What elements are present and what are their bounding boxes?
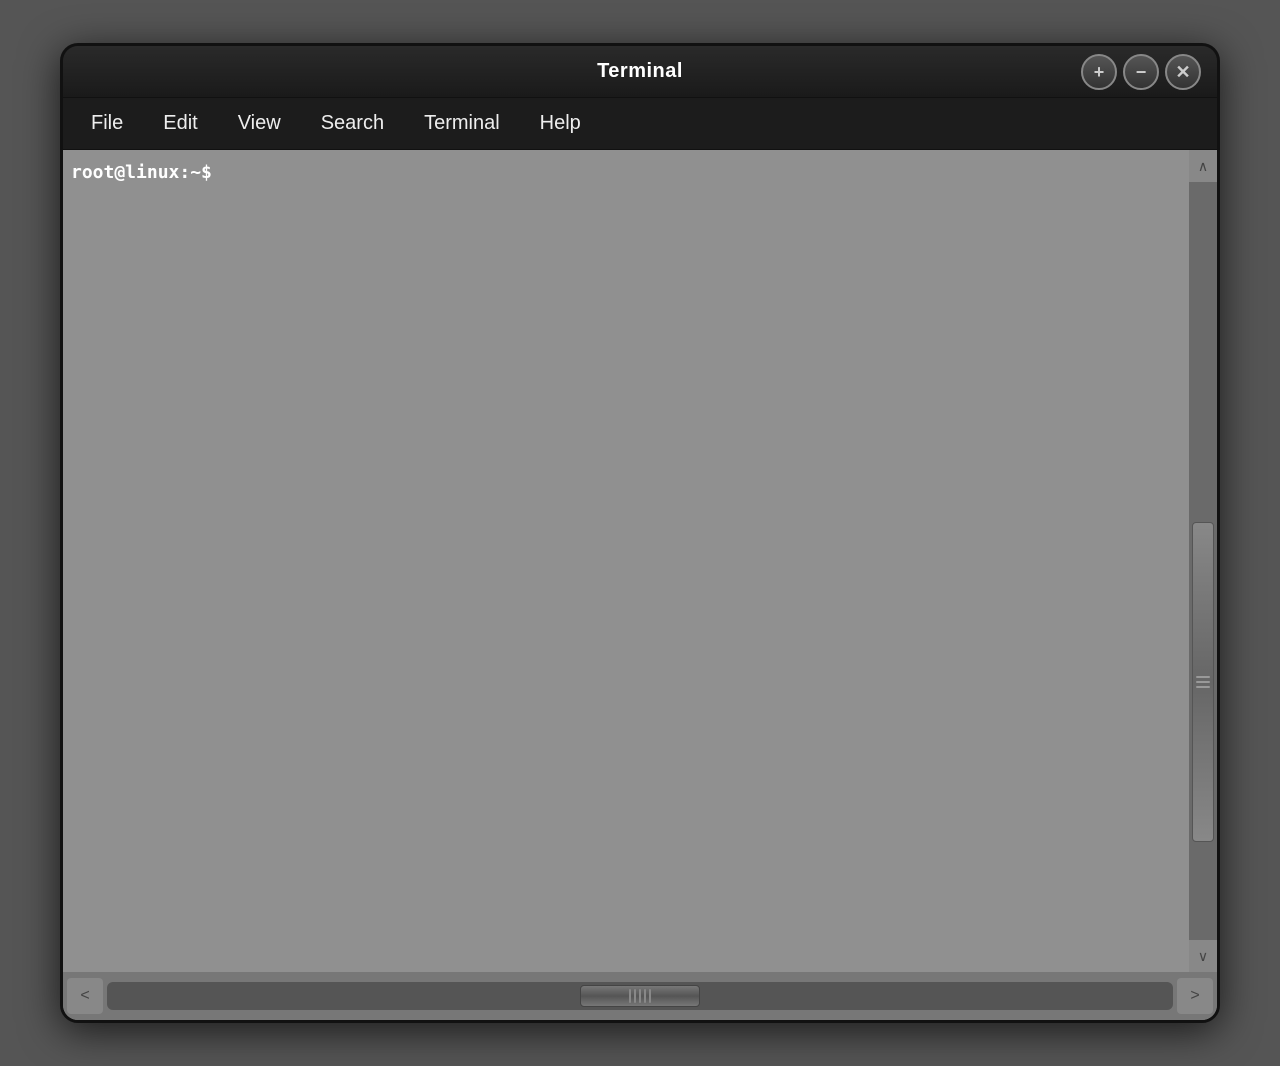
scroll-left-button[interactable]: < bbox=[67, 978, 103, 1014]
grip-line bbox=[1196, 686, 1210, 688]
grip-v-line bbox=[649, 989, 651, 1003]
chevron-up-icon: ∧ bbox=[1198, 158, 1208, 175]
menu-bar: File Edit View Search Terminal Help bbox=[63, 98, 1217, 150]
scroll-up-button[interactable]: ∧ bbox=[1189, 150, 1217, 182]
window-controls: + − ✕ bbox=[1081, 54, 1201, 90]
scroll-right-button[interactable]: > bbox=[1177, 978, 1213, 1014]
scroll-track-vertical[interactable] bbox=[1189, 182, 1217, 940]
terminal-content-area: root@linux:~$ ∧ ∨ bbox=[63, 150, 1217, 972]
title-bar: Terminal + − ✕ bbox=[63, 46, 1217, 98]
scroll-down-button[interactable]: ∨ bbox=[1189, 940, 1217, 972]
add-tab-button[interactable]: + bbox=[1081, 54, 1117, 90]
chevron-left-icon: < bbox=[80, 987, 89, 1005]
menu-edit[interactable]: Edit bbox=[143, 106, 217, 141]
grip-line bbox=[1196, 681, 1210, 683]
terminal-window: Terminal + − ✕ File Edit View Search Ter… bbox=[60, 43, 1220, 1023]
menu-view[interactable]: View bbox=[218, 106, 301, 141]
terminal-prompt: root@linux:~$ bbox=[71, 162, 212, 183]
scroll-thumb-vertical[interactable] bbox=[1192, 522, 1214, 842]
chevron-right-icon: > bbox=[1190, 987, 1199, 1005]
close-button[interactable]: ✕ bbox=[1165, 54, 1201, 90]
grip-v-line bbox=[629, 989, 631, 1003]
menu-search[interactable]: Search bbox=[301, 106, 404, 141]
chevron-down-icon: ∨ bbox=[1198, 948, 1208, 965]
minimize-button[interactable]: − bbox=[1123, 54, 1159, 90]
scroll-thumb-horizontal[interactable] bbox=[580, 985, 700, 1007]
grip-v-line bbox=[644, 989, 646, 1003]
menu-help[interactable]: Help bbox=[520, 106, 601, 141]
vertical-scrollbar: ∧ ∨ bbox=[1189, 150, 1217, 972]
menu-file[interactable]: File bbox=[71, 106, 143, 141]
scroll-track-horizontal[interactable] bbox=[107, 982, 1173, 1010]
grip-v-line bbox=[639, 989, 641, 1003]
terminal-wrapper: root@linux:~$ ∧ ∨ bbox=[63, 150, 1217, 1020]
grip-v-line bbox=[634, 989, 636, 1003]
terminal-screen[interactable]: root@linux:~$ bbox=[63, 150, 1189, 972]
horizontal-scrollbar: < > bbox=[63, 972, 1217, 1020]
grip-line bbox=[1196, 676, 1210, 678]
menu-terminal[interactable]: Terminal bbox=[404, 106, 520, 141]
window-title: Terminal bbox=[597, 60, 683, 83]
